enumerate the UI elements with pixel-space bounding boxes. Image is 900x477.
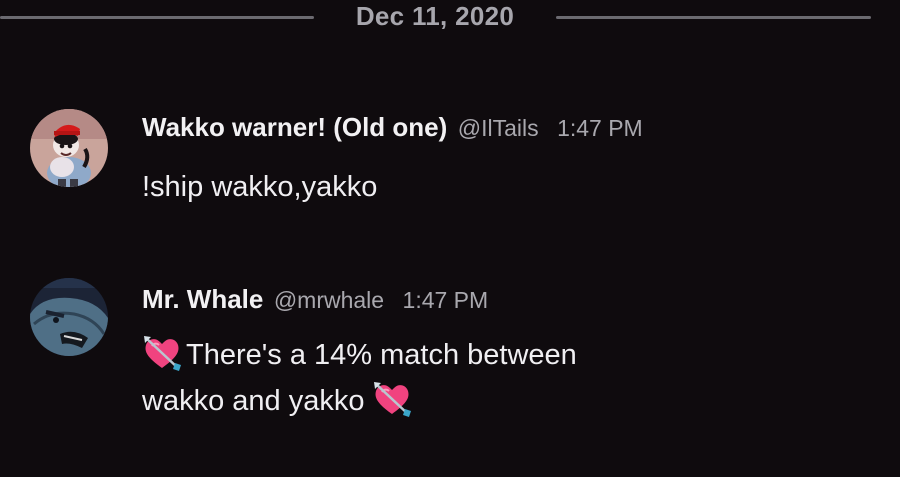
divider-line-left bbox=[0, 16, 314, 19]
message-text: !ship wakko,yakko bbox=[142, 164, 842, 210]
username[interactable]: Wakko warner! (Old one) bbox=[142, 112, 447, 142]
username[interactable]: Mr. Whale bbox=[142, 284, 263, 314]
cartoon-avatar-icon bbox=[30, 109, 108, 187]
heart-with-arrow-emoji-icon bbox=[374, 382, 412, 417]
message-line: There's a 14% match between bbox=[186, 339, 577, 371]
message-header: Wakko warner! (Old one) @IlTails 1:47 PM bbox=[142, 112, 643, 147]
user-avatar[interactable] bbox=[30, 109, 108, 187]
message-text: There's a 14% match between wakko and ya… bbox=[142, 332, 842, 424]
message-header: Mr. Whale @mrwhale 1:47 PM bbox=[142, 284, 488, 319]
heart-with-arrow-emoji-icon bbox=[144, 336, 181, 371]
chat-screen: Dec 11, 2020 Wakko warner! (Old one) @Il… bbox=[0, 0, 900, 477]
message-timestamp: 1:47 PM bbox=[402, 287, 489, 313]
message-line: !ship wakko,yakko bbox=[142, 171, 378, 203]
message-line: wakko and yakko bbox=[142, 385, 365, 417]
message-timestamp: 1:47 PM bbox=[557, 115, 643, 141]
whale-avatar-icon bbox=[30, 278, 108, 356]
message-line-1: There's a 14% match between bbox=[142, 332, 842, 378]
user-avatar[interactable] bbox=[30, 278, 108, 356]
user-handle[interactable]: @mrwhale bbox=[274, 287, 384, 313]
divider-line-right bbox=[556, 16, 871, 19]
message-line-2: wakko and yakko bbox=[142, 378, 842, 424]
date-divider-label: Dec 11, 2020 bbox=[355, 1, 515, 31]
date-divider: Dec 11, 2020 bbox=[0, 0, 900, 36]
user-handle[interactable]: @IlTails bbox=[458, 115, 539, 141]
